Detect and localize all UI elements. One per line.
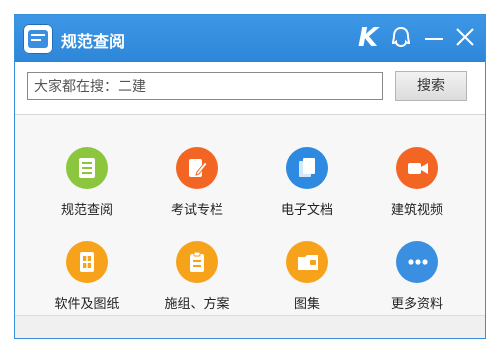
tile-label: 规范查阅 — [60, 203, 113, 218]
document-list-icon — [66, 147, 108, 189]
folder-atlas-icon — [286, 241, 328, 283]
minimize-icon[interactable] — [425, 38, 443, 40]
tile-label: 图集 — [293, 297, 320, 312]
app-logo-icon — [23, 24, 53, 54]
tile-label: 软件及图纸 — [54, 297, 120, 312]
tile-building-videos[interactable]: 建筑视频 — [367, 141, 467, 233]
tile-label: 更多资料 — [390, 297, 443, 312]
qq-icon[interactable] — [391, 26, 411, 49]
k-logo-icon[interactable]: K — [358, 24, 378, 52]
tile-more-materials[interactable]: 更多资料 — [367, 235, 467, 327]
title-bar: 规范查阅 K — [15, 15, 485, 62]
window-title: 规范查阅 — [61, 32, 126, 51]
tile-atlas[interactable]: 图集 — [257, 235, 357, 327]
tile-standards-lookup[interactable]: 规范查阅 — [37, 141, 137, 233]
tile-construction-plans[interactable]: 施组、方案 — [147, 235, 247, 327]
tile-label: 建筑视频 — [390, 203, 443, 218]
e-document-icon — [286, 147, 328, 189]
tile-label: 考试专栏 — [170, 203, 223, 218]
search-button[interactable]: 搜索 — [395, 71, 467, 101]
bottom-panel — [15, 315, 485, 338]
exam-edit-icon — [176, 147, 218, 189]
feature-grid: 规范查阅 考试专栏 电子文档 建筑视频 软件及图纸 施组、方案 图集 更多资料 — [15, 115, 485, 315]
more-dots-icon — [396, 241, 438, 283]
app-window: 规范查阅 K 搜索 — [14, 14, 486, 339]
video-camera-icon — [396, 147, 438, 189]
software-drawing-icon — [66, 241, 108, 283]
clipboard-plan-icon — [176, 241, 218, 283]
tile-label: 施组、方案 — [164, 297, 230, 312]
close-icon[interactable] — [455, 25, 475, 49]
tile-label: 电子文档 — [280, 203, 333, 218]
tile-software-drawings[interactable]: 软件及图纸 — [37, 235, 137, 327]
search-input[interactable] — [27, 72, 383, 100]
tile-exam-column[interactable]: 考试专栏 — [147, 141, 247, 233]
tile-e-documents[interactable]: 电子文档 — [257, 141, 357, 233]
search-bar: 搜索 — [15, 62, 485, 115]
